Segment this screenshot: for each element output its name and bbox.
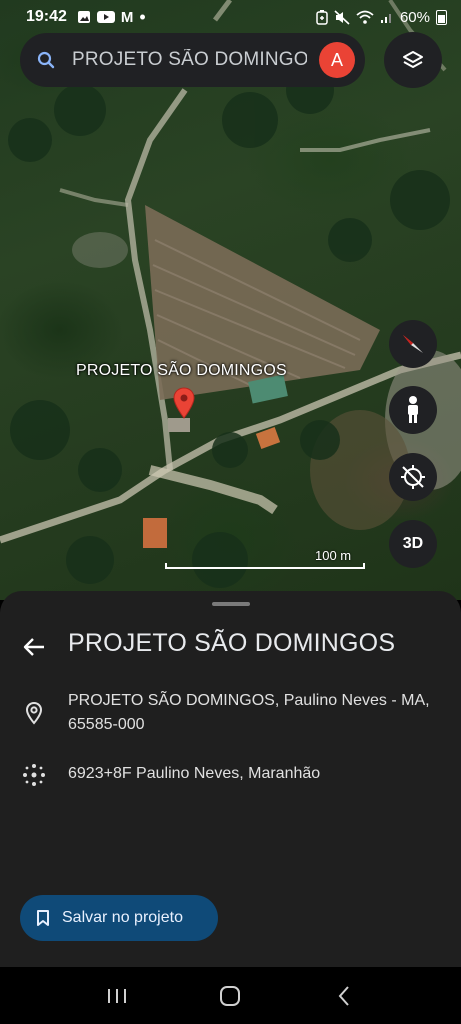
status-bar: 19:42 M • 60%	[0, 0, 461, 34]
map-place-label: PROJETO SÃO DOMINGOS	[76, 362, 287, 379]
system-icons: 60%	[316, 9, 447, 26]
place-address[interactable]: PROJETO SÃO DOMINGOS, Paulino Neves - MA…	[68, 689, 438, 737]
mute-icon	[334, 9, 350, 25]
wifi-icon	[356, 10, 374, 24]
battery-percent: 60%	[399, 8, 430, 26]
notification-icons: M •	[77, 7, 146, 27]
place-sheet[interactable]: PROJETO SÃO DOMINGOS PROJETO SÃO DOMINGO…	[0, 591, 461, 967]
map-scale: 100 m	[165, 548, 365, 572]
plus-code-text[interactable]: 6923+8F Paulino Neves, Maranhão	[68, 765, 320, 783]
signal-icon	[380, 14, 391, 23]
system-nav-bar	[0, 967, 461, 1024]
compass-icon	[403, 335, 423, 353]
back-button[interactable]	[16, 629, 52, 665]
plus-code-icon	[20, 761, 48, 789]
search-input[interactable]: PROJETO SÃO DOMINGOS	[72, 49, 307, 71]
satellite-map[interactable]	[0, 0, 461, 600]
map-terrain	[0, 0, 461, 588]
battery-icon	[436, 9, 447, 25]
location-icon	[401, 465, 425, 489]
arrow-back-icon	[23, 638, 44, 656]
battery-saver-icon	[316, 9, 328, 25]
recent-apps-icon	[107, 988, 126, 1003]
back-nav-icon	[338, 985, 349, 1006]
layers-icon	[403, 51, 423, 68]
home-button[interactable]	[200, 976, 260, 1016]
status-time: 19:42	[26, 8, 67, 25]
compass-button[interactable]	[389, 320, 437, 368]
save-button-label: Salvar no projeto	[62, 909, 183, 926]
street-view-icon	[408, 396, 418, 423]
home-icon	[220, 985, 241, 1006]
scale-bar	[165, 563, 365, 569]
avatar[interactable]: A	[319, 42, 355, 78]
back-nav-button[interactable]	[314, 976, 374, 1016]
scale-label: 100 m	[315, 548, 352, 563]
gallery-icon	[77, 11, 90, 23]
location-button[interactable]	[389, 453, 437, 501]
youtube-icon	[96, 11, 115, 23]
bookmark-icon	[37, 910, 49, 926]
sheet-drag-handle[interactable]	[212, 602, 250, 606]
search-bar[interactable]: PROJETO SÃO DOMINGOS A	[20, 33, 365, 87]
layers-button[interactable]	[384, 32, 442, 88]
3d-button[interactable]: 3D	[389, 520, 437, 568]
search-icon[interactable]	[20, 33, 72, 87]
recent-apps-button[interactable]	[87, 976, 147, 1016]
save-to-project-button[interactable]: Salvar no projeto	[20, 895, 218, 941]
place-pin-icon	[20, 699, 48, 727]
place-title: PROJETO SÃO DOMINGOS	[68, 629, 396, 657]
dot-icon: •	[139, 7, 146, 27]
gmail-icon: M	[120, 8, 134, 26]
street-view-button[interactable]	[389, 386, 437, 434]
location-pin-icon[interactable]	[173, 387, 195, 424]
